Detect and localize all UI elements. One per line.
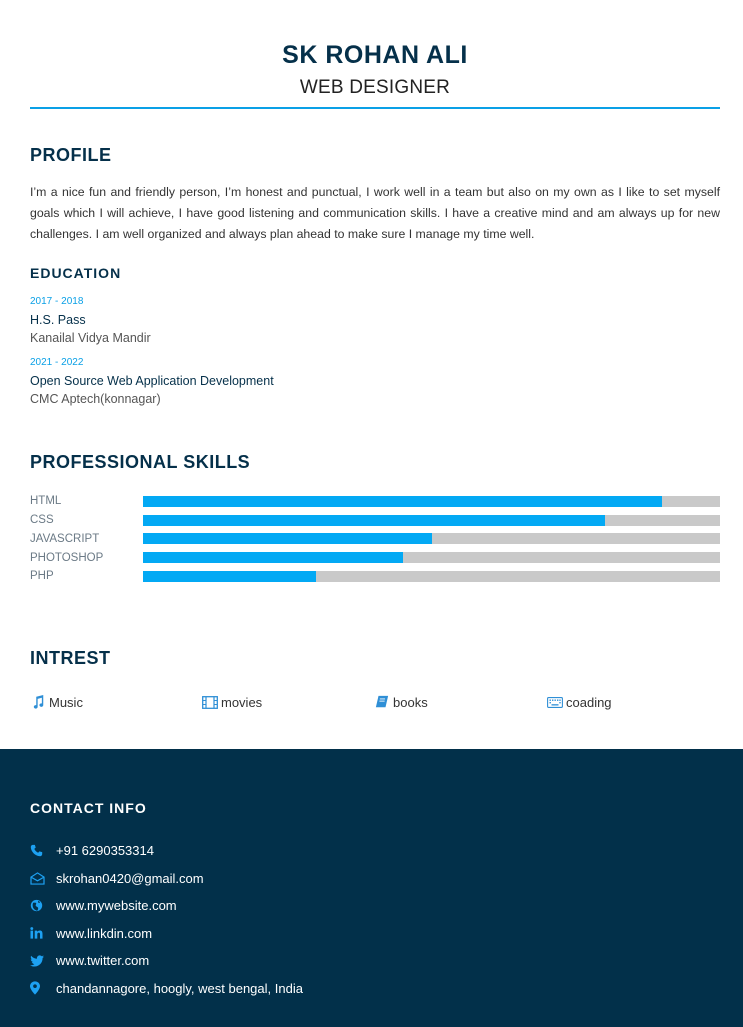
contact-email[interactable]: skrohan0420@gmail.com (30, 865, 720, 893)
map-marker-icon (30, 981, 56, 995)
book-icon (374, 694, 390, 710)
skill-name: HTML (30, 495, 62, 508)
interest-item: movies (202, 694, 262, 710)
education-years: 2021 - 2022 (30, 357, 84, 368)
interest-label: movies (221, 694, 263, 710)
skill-bar-fill (143, 514, 605, 526)
keyboard-icon (547, 694, 563, 710)
education-item: 2021 - 2022 Open Source Web Application … (30, 356, 720, 408)
skill-bar-fill (143, 552, 403, 564)
profile-heading: PROFILE (30, 145, 112, 165)
education-degree: H.S. Pass (30, 313, 86, 327)
interest-label: books (393, 694, 428, 710)
education-item: 2017 - 2018 H.S. Pass Kanailal Vidya Man… (30, 295, 720, 347)
contact-text[interactable]: www.mywebsite.com (56, 898, 177, 913)
resume-header: SK ROHAN ALI WEB DESIGNER (30, 38, 720, 101)
interest-item: books (374, 694, 428, 710)
interest-item: Music (30, 694, 83, 710)
contact-list: +91 6290353314 skrohan0420@gmail.com www… (30, 837, 720, 1002)
contact-footer: CONTACT INFO +91 6290353314 skrohan0420@… (0, 749, 743, 1027)
person-name: SK ROHAN ALI (282, 41, 468, 69)
skill-name: PHP (30, 570, 54, 583)
interest-item: coading (547, 694, 612, 710)
contact-text[interactable]: skrohan0420@gmail.com (56, 871, 204, 886)
profile-text: I’m a nice fun and friendly person, I’m … (30, 185, 720, 241)
linkedin-icon (30, 927, 56, 939)
interest-label: Music (49, 694, 83, 710)
skill-bar-track (143, 495, 720, 507)
job-title: WEB DESIGNER (299, 77, 451, 98)
twitter-icon (30, 955, 56, 967)
header-divider (30, 107, 720, 109)
skills-list: HTML CSS JAVASCRIPT PHOTOSHOP PHP (30, 492, 720, 586)
skill-row: CSS (30, 511, 720, 530)
contact-twitter[interactable]: www.twitter.com (30, 947, 720, 975)
skills-heading: PROFESSIONAL SKILLS (30, 452, 251, 472)
envelope-icon (30, 871, 56, 885)
skill-name: PHOTOSHOP (30, 551, 104, 564)
contact-address: chandannagore, hoogly, west bengal, Indi… (30, 975, 720, 1003)
contact-text: chandannagore, hoogly, west bengal, Indi… (56, 980, 303, 996)
film-icon (202, 694, 218, 710)
skill-row: PHOTOSHOP (30, 548, 720, 567)
contact-heading: CONTACT INFO (30, 800, 147, 816)
contact-text[interactable]: www.linkdin.com (56, 926, 152, 941)
phone-icon (30, 844, 56, 857)
skill-name: JAVASCRIPT (30, 532, 100, 545)
skill-bar-track (143, 533, 720, 545)
skill-bar-track (143, 570, 720, 582)
education-heading: EDUCATION (30, 265, 122, 281)
skill-bar-fill (143, 495, 663, 507)
skill-bar-fill (143, 533, 432, 545)
skill-row: PHP (30, 567, 720, 586)
skill-name: CSS (30, 514, 54, 527)
interests-heading: INTREST (30, 648, 111, 668)
globe-icon (30, 899, 56, 912)
education-degree: Open Source Web Application Development (30, 374, 274, 388)
contact-text: +91 6290353314 (56, 843, 154, 859)
skill-row: HTML (30, 492, 720, 511)
education-school: CMC Aptech(konnagar) (30, 392, 161, 406)
education-school: Kanailal Vidya Mandir (30, 331, 151, 345)
skill-bar-track (143, 514, 720, 526)
interests-list: Music movies books coading (30, 694, 720, 712)
contact-website[interactable]: www.mywebsite.com (30, 892, 720, 920)
education-years: 2017 - 2018 (30, 296, 84, 307)
interest-label: coading (566, 694, 612, 710)
contact-text[interactable]: www.twitter.com (56, 953, 149, 968)
music-icon (30, 694, 46, 710)
skill-bar-fill (143, 570, 317, 582)
contact-phone: +91 6290353314 (30, 837, 720, 865)
contact-linkedin[interactable]: www.linkdin.com (30, 920, 720, 948)
skill-bar-track (143, 552, 720, 564)
skill-row: JAVASCRIPT (30, 530, 720, 549)
